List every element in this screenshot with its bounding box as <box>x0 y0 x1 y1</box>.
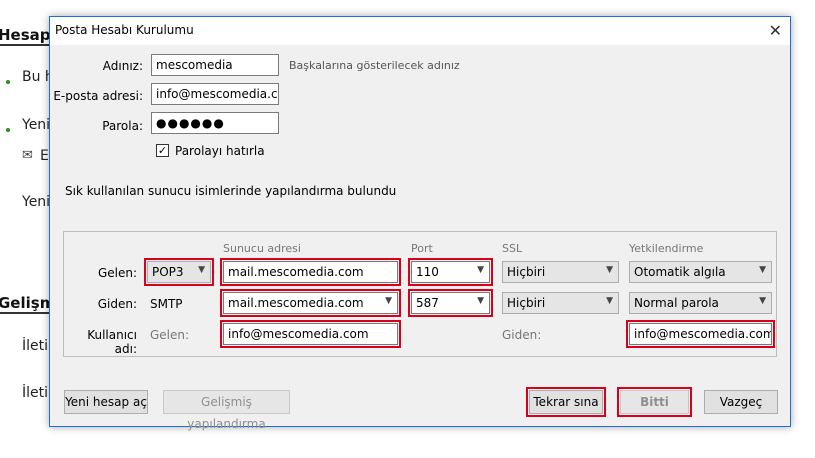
column-header-port: Port <box>411 242 433 255</box>
outgoing-server-value: mail.mescomedia.com <box>228 296 364 310</box>
account-setup-dialog: Posta Hesabı Kurulumu ✕ Adınız: mescomed… <box>49 16 791 431</box>
dialog-title: Posta Hesabı Kurulumu <box>55 23 194 37</box>
name-hint: Başkalarına gösterilecek adınız <box>289 59 460 72</box>
column-header-ssl: SSL <box>502 242 523 255</box>
incoming-ssl-select[interactable]: Hiçbiri ▼ <box>502 261 619 283</box>
background-item[interactable]: E <box>40 148 49 164</box>
chevron-down-icon: ▼ <box>606 265 613 275</box>
background-item[interactable]: İletil <box>22 338 52 354</box>
new-account-button[interactable]: Yeni hesap aç <box>64 390 148 414</box>
outgoing-auth-select[interactable]: Normal parola ▼ <box>629 292 772 314</box>
password-label: Parola: <box>102 119 143 133</box>
envelope-icon: ✉ <box>22 148 33 163</box>
retest-button[interactable]: Tekrar sına <box>526 387 606 417</box>
email-input[interactable]: info@mescomedia.com <box>151 83 279 105</box>
username-label: Kullanıcı adı: <box>87 328 137 356</box>
password-input[interactable]: ●●●●●● <box>151 112 279 134</box>
outgoing-ssl-select[interactable]: Hiçbiri ▼ <box>502 292 619 314</box>
column-header-server: Sunucu adresi <box>223 242 301 255</box>
incoming-label: Gelen: <box>97 266 137 280</box>
close-icon[interactable]: ✕ <box>769 21 782 40</box>
incoming-protocol-select[interactable]: POP3 ▼ <box>144 258 214 286</box>
outgoing-port-select[interactable]: 587 ▼ <box>408 289 493 317</box>
chevron-down-icon: ▼ <box>759 265 766 275</box>
email-label: E-posta adresi: <box>53 89 143 103</box>
bullet-dot <box>6 128 10 132</box>
incoming-port-value: 110 <box>416 265 439 279</box>
outgoing-port-value: 587 <box>416 296 439 310</box>
chevron-down-icon: ▼ <box>606 296 613 306</box>
incoming-auth-value: Otomatik algıla <box>634 265 726 279</box>
chevron-down-icon: ▼ <box>385 296 392 306</box>
chevron-down-icon: ▼ <box>477 296 484 306</box>
incoming-auth-select[interactable]: Otomatik algıla ▼ <box>629 261 772 283</box>
remember-password-checkbox[interactable]: ✓ <box>156 144 169 157</box>
outgoing-server-select[interactable]: mail.mescomedia.com ▼ <box>220 289 401 317</box>
incoming-protocol-value: POP3 <box>152 265 184 279</box>
username-incoming-input[interactable]: info@mescomedia.com <box>220 320 401 348</box>
background-item[interactable]: İleti <box>22 385 48 401</box>
incoming-server-input[interactable]: mail.mescomedia.com <box>220 258 401 286</box>
name-label: Adınız: <box>102 59 143 73</box>
name-input[interactable]: mescomedia <box>151 54 279 76</box>
server-config-group: Sunucu adresi Port SSL Yetkilendirme Gel… <box>63 231 777 357</box>
chevron-down-icon: ▼ <box>759 296 766 306</box>
username-outgoing-label: Giden: <box>502 328 542 342</box>
outgoing-auth-value: Normal parola <box>634 296 719 310</box>
cancel-button[interactable]: Vazgeç <box>704 390 778 414</box>
remember-password-label[interactable]: Parolayı hatırla <box>175 144 265 158</box>
bullet-dot <box>6 80 10 84</box>
dialog-titlebar[interactable]: Posta Hesabı Kurulumu ✕ <box>50 17 790 45</box>
outgoing-protocol: SMTP <box>150 297 183 311</box>
background-item[interactable]: Yeni <box>22 117 50 133</box>
outgoing-label: Giden: <box>97 297 137 311</box>
incoming-port-select[interactable]: 110 ▼ <box>408 258 493 286</box>
advanced-config-button[interactable]: Gelişmiş yapılandırma <box>163 390 290 431</box>
username-outgoing-input[interactable]: info@mescomedia.com <box>626 320 775 348</box>
done-button[interactable]: Bitti <box>617 387 692 417</box>
config-found-message: Sık kullanılan sunucu isimlerinde yapıla… <box>65 184 397 198</box>
background-item[interactable]: Yeni <box>22 194 50 210</box>
column-header-auth: Yetkilendirme <box>629 242 704 255</box>
username-incoming-label: Gelen: <box>150 328 190 342</box>
chevron-down-icon: ▼ <box>477 265 484 275</box>
outgoing-ssl-value: Hiçbiri <box>507 296 546 310</box>
incoming-ssl-value: Hiçbiri <box>507 265 546 279</box>
chevron-down-icon: ▼ <box>198 265 205 275</box>
